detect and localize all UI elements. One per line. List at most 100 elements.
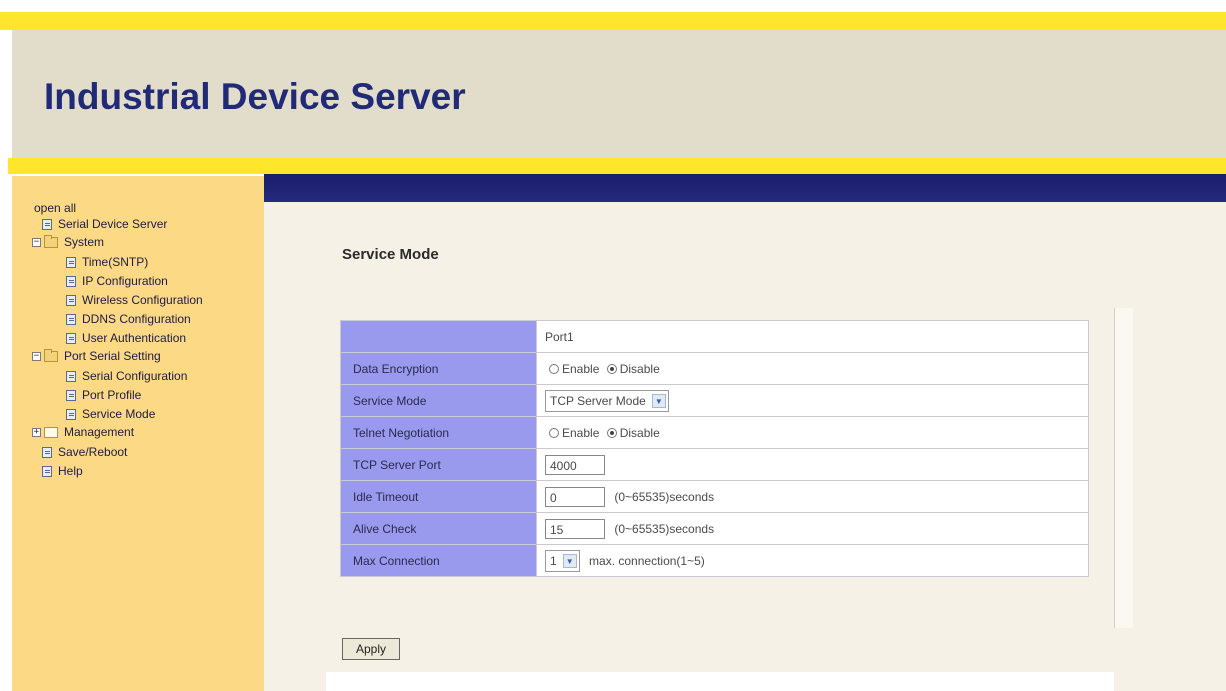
page-icon bbox=[66, 389, 76, 401]
sidebar-item-label: Time(SNTP) bbox=[82, 255, 149, 269]
sidebar-item-time-sntp[interactable]: Time(SNTP) bbox=[66, 254, 148, 270]
sidebar-item-service-mode[interactable]: Service Mode bbox=[66, 406, 155, 422]
chevron-down-icon[interactable]: ▼ bbox=[651, 393, 666, 408]
open-all-link[interactable]: open all bbox=[34, 201, 76, 215]
table-row: TCP Server Port 4000 bbox=[340, 448, 1089, 481]
page-icon bbox=[42, 446, 52, 458]
sidebar-item-ddns-configuration[interactable]: DDNS Configuration bbox=[66, 311, 191, 327]
table-row: Data Encryption Enable Disable bbox=[340, 352, 1089, 385]
page-icon bbox=[66, 275, 76, 287]
header-empty-cell bbox=[340, 320, 537, 353]
select-value: TCP Server Mode bbox=[550, 393, 646, 408]
max-connection-hint: max. connection(1~5) bbox=[589, 553, 705, 568]
sidebar-item-label: Port Profile bbox=[82, 388, 142, 402]
service-mode-cell: TCP Server Mode ▼ bbox=[536, 384, 1089, 417]
idle-timeout-label: Idle Timeout bbox=[340, 480, 537, 513]
data-encryption-label: Data Encryption bbox=[340, 352, 537, 385]
service-mode-select[interactable]: TCP Server Mode ▼ bbox=[545, 389, 669, 412]
alive-check-label: Alive Check bbox=[340, 512, 537, 545]
tcp-server-port-cell: 4000 bbox=[536, 448, 1089, 481]
idle-timeout-cell: 0 (0~65535)seconds bbox=[536, 480, 1089, 513]
folder-closed-icon bbox=[44, 426, 58, 438]
sidebar-item-label: Wireless Configuration bbox=[82, 293, 203, 307]
chevron-down-icon[interactable]: ▼ bbox=[562, 553, 577, 568]
sidebar-item-label: Serial Configuration bbox=[82, 369, 188, 383]
tcp-server-port-input[interactable]: 4000 bbox=[545, 454, 605, 475]
port-header: Port1 bbox=[536, 320, 1089, 353]
table-row: Port1 bbox=[340, 320, 1089, 353]
data-encryption-disable-radio[interactable] bbox=[606, 364, 617, 375]
sidebar-nav: open all Serial Device Server − System T… bbox=[12, 176, 264, 691]
radio-label: Disable bbox=[619, 425, 660, 440]
page-icon bbox=[66, 370, 76, 382]
sidebar-item-help[interactable]: Help bbox=[42, 463, 83, 479]
idle-timeout-hint: (0~65535)seconds bbox=[614, 489, 715, 504]
apply-button[interactable]: Apply bbox=[342, 638, 400, 660]
sidebar-item-label: Management bbox=[64, 425, 135, 439]
page-title: Service Mode bbox=[342, 246, 439, 263]
telnet-disable-radio[interactable] bbox=[606, 428, 617, 439]
radio-label: Disable bbox=[619, 361, 660, 376]
table-row: Idle Timeout 0 (0~65535)seconds bbox=[340, 480, 1089, 513]
content-top-bar bbox=[264, 174, 1226, 202]
table-row: Alive Check 15 (0~65535)seconds bbox=[340, 512, 1089, 545]
sidebar-item-label: DDNS Configuration bbox=[82, 312, 191, 326]
sidebar-item-label: System bbox=[64, 235, 105, 249]
data-encryption-enable-radio[interactable] bbox=[549, 364, 559, 375]
service-mode-label: Service Mode bbox=[340, 384, 537, 417]
page-icon bbox=[42, 218, 52, 230]
sidebar-item-label: Service Mode bbox=[82, 407, 156, 421]
service-mode-form: Port1 Data Encryption Enable Disable Ser… bbox=[340, 320, 1089, 577]
sidebar-item-system[interactable]: − System bbox=[32, 234, 104, 250]
page-icon bbox=[66, 256, 76, 268]
telnet-negotiation-options: Enable Disable bbox=[536, 416, 1089, 449]
alive-check-cell: 15 (0~65535)seconds bbox=[536, 512, 1089, 545]
sidebar-item-user-authentication[interactable]: User Authentication bbox=[66, 330, 186, 346]
right-edge-panel bbox=[1114, 308, 1133, 628]
sidebar-item-save-reboot[interactable]: Save/Reboot bbox=[42, 444, 127, 460]
max-connection-label: Max Connection bbox=[340, 544, 537, 577]
bottom-panel bbox=[326, 672, 1114, 691]
collapse-icon[interactable]: − bbox=[32, 237, 41, 247]
sidebar-item-port-profile[interactable]: Port Profile bbox=[66, 387, 141, 403]
max-connection-select[interactable]: 1 ▼ bbox=[545, 549, 580, 572]
sidebar-item-label: IP Configuration bbox=[82, 274, 168, 288]
sidebar-item-wireless-configuration[interactable]: Wireless Configuration bbox=[66, 292, 203, 308]
page-header-title: Industrial Device Server bbox=[44, 76, 466, 117]
alive-check-input[interactable]: 15 bbox=[545, 518, 605, 539]
page-icon bbox=[66, 332, 76, 344]
sidebar-item-serial-configuration[interactable]: Serial Configuration bbox=[66, 368, 187, 384]
telnet-negotiation-label: Telnet Negotiation bbox=[340, 416, 537, 449]
sidebar-open-all[interactable]: open all bbox=[34, 200, 76, 216]
data-encryption-options: Enable Disable bbox=[536, 352, 1089, 385]
collapse-icon[interactable]: − bbox=[32, 351, 41, 361]
alive-check-hint: (0~65535)seconds bbox=[614, 521, 715, 536]
folder-open-icon bbox=[44, 234, 58, 248]
telnet-enable-radio[interactable] bbox=[549, 428, 559, 439]
table-row: Max Connection 1 ▼ max. connection(1~5) bbox=[340, 544, 1089, 577]
sidebar-item-management[interactable]: + Management bbox=[32, 424, 134, 440]
table-row: Service Mode TCP Server Mode ▼ bbox=[340, 384, 1089, 417]
folder-open-icon bbox=[44, 348, 58, 362]
sidebar-item-label: Serial Device Server bbox=[58, 217, 168, 231]
top-yellow-stripe bbox=[0, 12, 1226, 30]
sidebar-item-port-serial-setting[interactable]: − Port Serial Setting bbox=[32, 348, 161, 364]
sidebar-item-label: Port Serial Setting bbox=[64, 349, 161, 363]
expand-icon[interactable]: + bbox=[32, 427, 41, 437]
table-row: Telnet Negotiation Enable Disable bbox=[340, 416, 1089, 449]
page-icon bbox=[66, 313, 76, 325]
max-connection-cell: 1 ▼ max. connection(1~5) bbox=[536, 544, 1089, 577]
sidebar-item-label: Help bbox=[58, 464, 83, 478]
tcp-server-port-label: TCP Server Port bbox=[340, 448, 537, 481]
idle-timeout-input[interactable]: 0 bbox=[545, 486, 605, 507]
select-value: 1 bbox=[550, 553, 557, 568]
mid-yellow-stripe bbox=[8, 158, 1226, 174]
page-icon bbox=[42, 465, 52, 477]
sidebar-item-ip-configuration[interactable]: IP Configuration bbox=[66, 273, 168, 289]
page-icon bbox=[66, 294, 76, 306]
radio-label: Enable bbox=[562, 361, 600, 376]
page-icon bbox=[66, 408, 76, 420]
sidebar-item-label: Save/Reboot bbox=[58, 445, 128, 459]
sidebar-item-serial-device-server[interactable]: Serial Device Server bbox=[42, 216, 167, 232]
sidebar-item-label: User Authentication bbox=[82, 331, 187, 345]
